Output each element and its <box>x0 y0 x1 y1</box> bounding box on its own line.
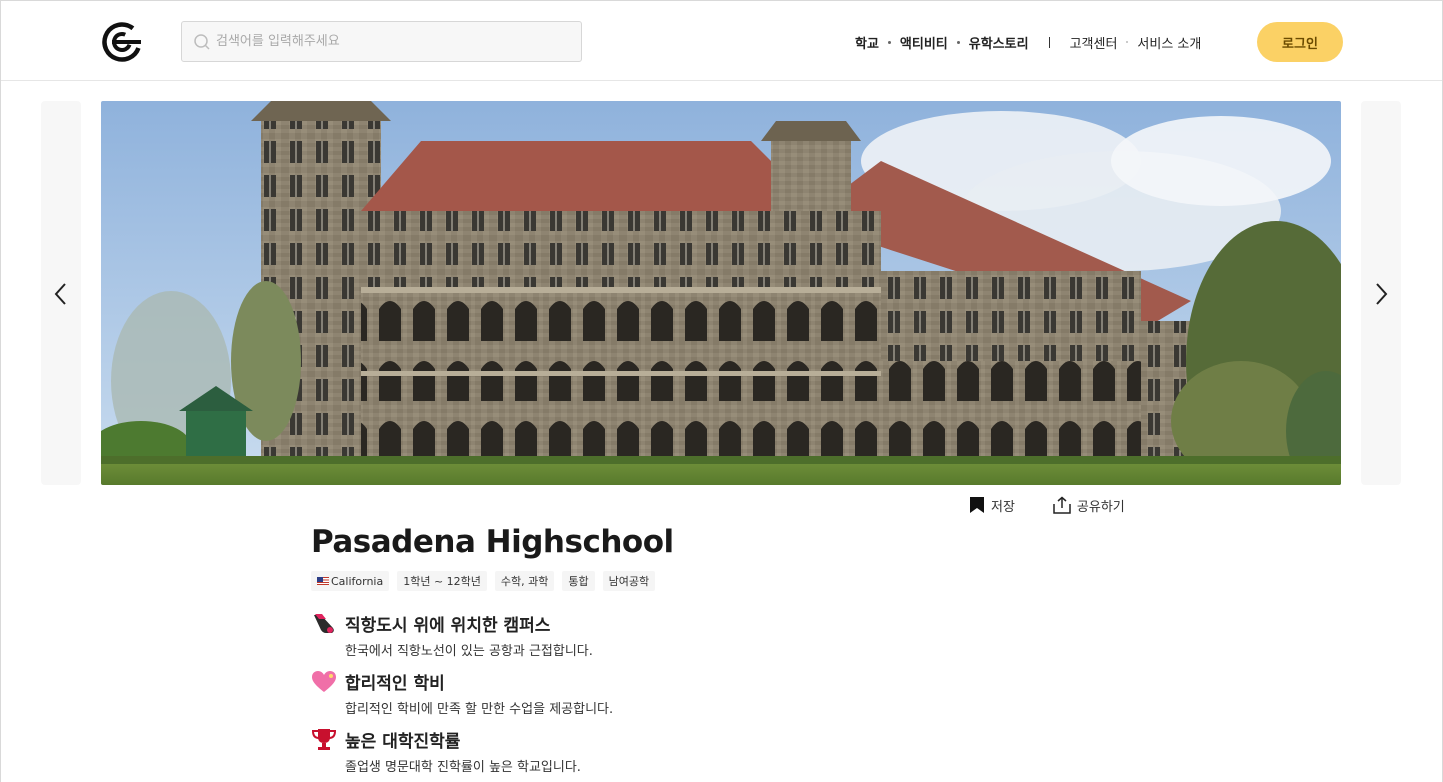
bookmark-icon <box>970 497 984 513</box>
heart-icon <box>312 671 336 692</box>
chevron-right-icon <box>1376 283 1388 305</box>
nav-divider <box>1048 36 1050 48</box>
airplane-icon <box>314 614 334 633</box>
tag-location-label: California <box>331 574 384 588</box>
feature-description: 합리적인 학비에 만족 할 만한 수업을 제공합니다. <box>345 702 614 717</box>
carousel-prev-button[interactable] <box>41 101 81 485</box>
tag-grades-label: 1학년 ~ 12학년 <box>403 575 481 588</box>
share-icon <box>1053 496 1071 514</box>
nav-separator-dot <box>1126 41 1129 43</box>
search-icon <box>194 34 210 50</box>
school-hero-image <box>101 101 1341 485</box>
carousel-next-button[interactable] <box>1361 101 1401 485</box>
tag-gender: 남여공학 <box>602 571 656 591</box>
login-button[interactable]: 로그인 <box>1257 22 1343 62</box>
nav-item-activity[interactable]: 액티비티 <box>900 33 948 52</box>
tag-type-label: 통합 <box>568 575 589 588</box>
chevron-left-icon <box>54 283 66 305</box>
school-name: Pasadena Highschool <box>311 524 674 560</box>
feature-description: 졸업생 명문대학 진학률이 높은 학교입니다. <box>345 760 581 775</box>
feature-description: 한국에서 직항노선이 있는 공항과 근접합니다. <box>345 644 593 659</box>
nav-item-customer-center[interactable]: 고객센터 <box>1070 33 1118 52</box>
feature-title: 합리적인 학비 <box>345 674 445 694</box>
nav-separator-dot <box>887 40 891 44</box>
tag-grades: 1학년 ~ 12학년 <box>397 571 487 591</box>
main-nav: 학교 액티비티 유학스토리 고객센터 서비스 소개 <box>855 31 1201 53</box>
save-label: 저장 <box>991 499 1015 515</box>
feature-title: 직항도시 위에 위치한 캠퍼스 <box>345 616 551 636</box>
tag-subjects: 수학, 과학 <box>494 571 555 591</box>
tag-subjects-label: 수학, 과학 <box>500 575 549 588</box>
top-header: 학교 액티비티 유학스토리 고객센터 서비스 소개 로그인 <box>1 1 1442 81</box>
tag-gender-label: 남여공학 <box>608 575 650 588</box>
nav-item-service-intro[interactable]: 서비스 소개 <box>1137 33 1201 52</box>
us-flag-icon <box>317 577 329 585</box>
feature-title: 높은 대학진학률 <box>345 732 461 752</box>
search-input[interactable] <box>216 22 576 61</box>
share-button[interactable]: 공유하기 <box>1053 496 1125 515</box>
logo-icon[interactable] <box>101 21 143 63</box>
share-label: 공유하기 <box>1076 499 1125 515</box>
school-actions: 저장 공유하기 <box>969 494 1125 516</box>
search-box[interactable] <box>181 21 582 62</box>
school-tags: California 1학년 ~ 12학년 수학, 과학 통합 남여공학 <box>311 571 663 591</box>
tag-location: California <box>311 571 390 591</box>
tag-type: 통합 <box>562 571 595 591</box>
save-button[interactable]: 저장 <box>969 496 1015 515</box>
nav-item-school[interactable]: 학교 <box>855 33 879 52</box>
trophy-icon <box>311 729 337 750</box>
nav-item-study-story[interactable]: 유학스토리 <box>969 33 1029 52</box>
nav-separator-dot <box>956 40 960 44</box>
